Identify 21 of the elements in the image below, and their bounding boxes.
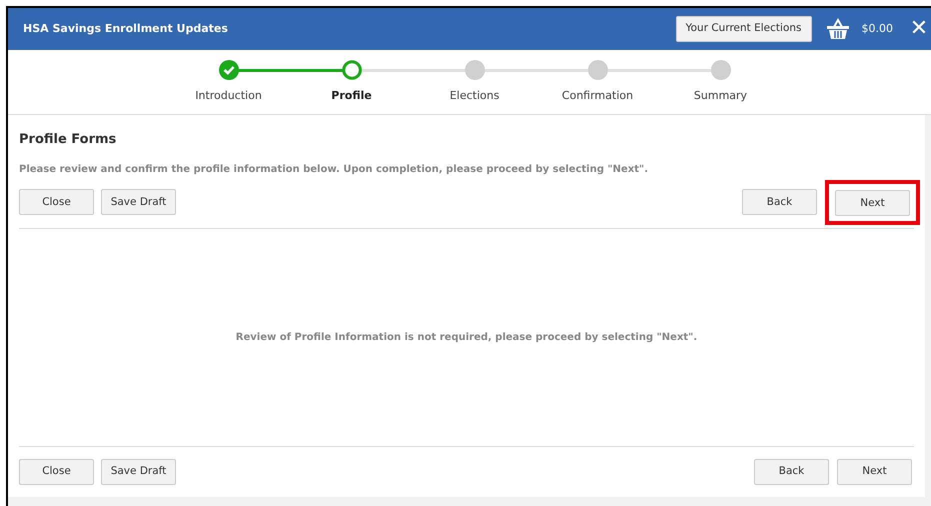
- cart-total: $0.00: [862, 20, 893, 37]
- action-button[interactable]: Back: [754, 459, 829, 485]
- step-label: Confirmation: [562, 88, 634, 104]
- close-button[interactable]: ✕: [907, 18, 931, 40]
- info-message: Review of Profile Information is not required, please proceed by selecting "Next".: [236, 331, 698, 346]
- current-elections-button[interactable]: Your Current Elections: [676, 16, 812, 42]
- basket-icon[interactable]: [826, 18, 850, 40]
- action-button[interactable]: Next: [835, 190, 910, 216]
- action-button[interactable]: Save Draft: [101, 459, 176, 485]
- action-button[interactable]: Back: [742, 189, 817, 216]
- step-label: Profile: [331, 88, 372, 104]
- action-button[interactable]: Close: [19, 459, 94, 485]
- section-title: Profile Forms: [19, 131, 118, 149]
- step-label: Summary: [694, 88, 748, 104]
- instructions: Please review and confirm the profile information below. Upon completion, please proceed by selecting "Next".: [19, 162, 650, 176]
- action-button[interactable]: Save Draft: [101, 189, 176, 216]
- action-button[interactable]: Close: [19, 189, 94, 216]
- step-label: Elections: [450, 88, 500, 104]
- action-button[interactable]: Next: [837, 459, 912, 485]
- step-label: Introduction: [195, 88, 262, 104]
- window-title: HSA Savings Enrollment Updates: [23, 20, 228, 37]
